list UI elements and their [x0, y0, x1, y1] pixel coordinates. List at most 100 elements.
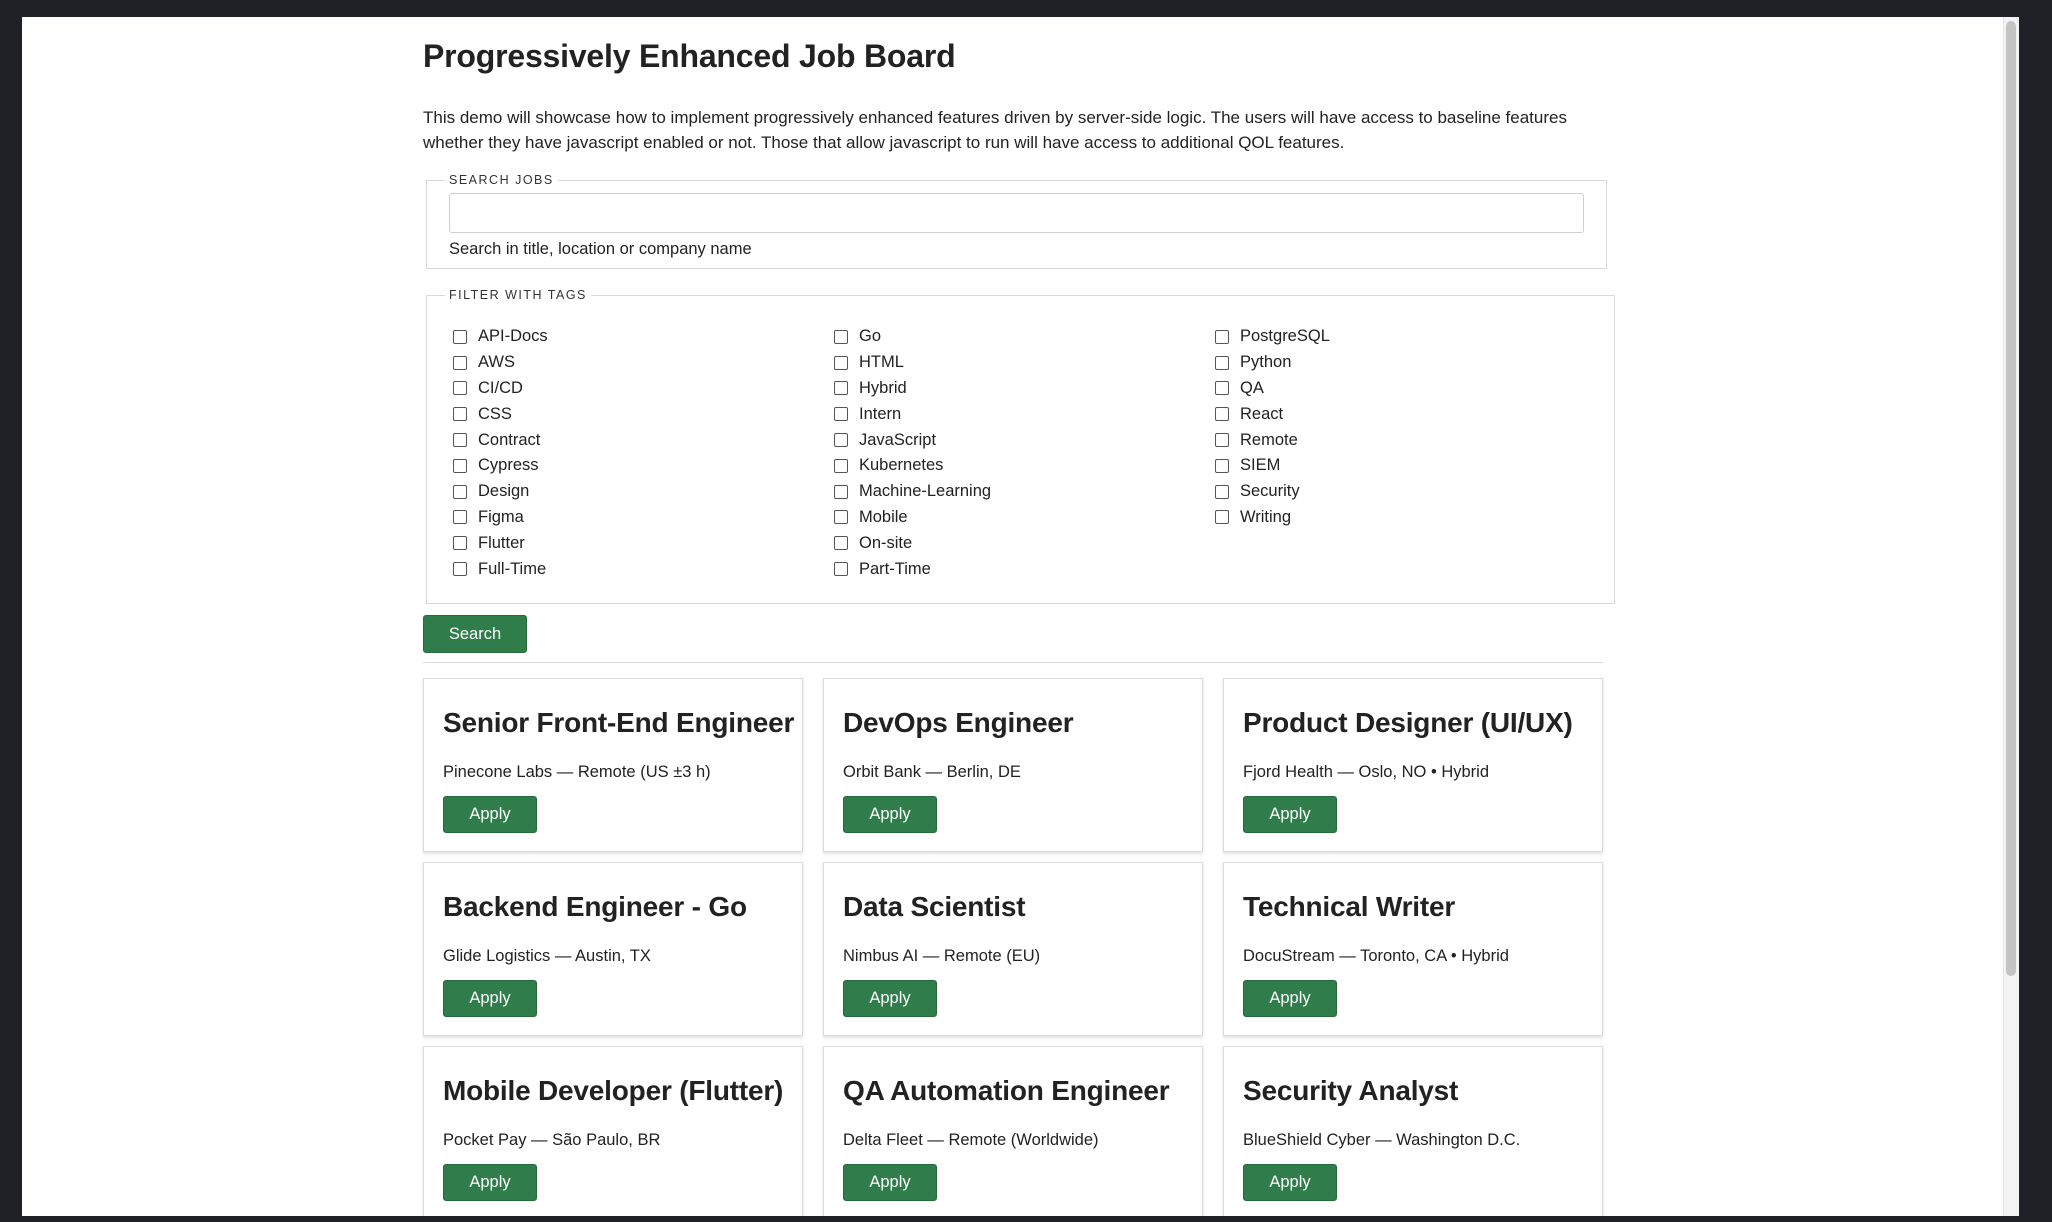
tag-checkbox-postgresql[interactable]: PostgreSQL — [1211, 324, 1592, 350]
tag-checkbox-full-time[interactable]: Full-Time — [449, 556, 830, 582]
tag-label: SIEM — [1240, 456, 1281, 475]
job-card: Backend Engineer - Go Glide Logistics — A… — [423, 861, 803, 1036]
checkbox[interactable] — [453, 433, 467, 448]
checkbox[interactable] — [1215, 407, 1229, 422]
apply-button[interactable]: Apply — [443, 795, 537, 833]
tag-label: Cypress — [478, 456, 539, 475]
job-company-location: BlueShield Cyber — Washington D.C. — [1243, 1130, 1521, 1149]
tag-checkbox-api-docs[interactable]: API-Docs — [449, 324, 830, 350]
tag-checkbox-react[interactable]: React — [1211, 401, 1592, 427]
tag-checkbox-machine-learning[interactable]: Machine-Learning — [830, 479, 1211, 505]
job-card: Data Scientist Nimbus AI — Remote (EU) App… — [823, 861, 1203, 1036]
tag-label: JavaScript — [859, 430, 937, 449]
tag-checkbox-ci-cd[interactable]: CI/CD — [449, 376, 830, 402]
checkbox[interactable] — [834, 536, 848, 551]
tag-checkbox-contract[interactable]: Contract — [449, 427, 830, 453]
checkbox[interactable] — [453, 355, 467, 370]
tag-label: Writing — [1240, 507, 1292, 526]
tag-checkbox-on-site[interactable]: On-site — [830, 530, 1211, 556]
tag-checkbox-css[interactable]: CSS — [449, 401, 830, 427]
tag-list: API-Docs AWS CI/CD CSS Contract Cypress Design… — [449, 324, 1592, 582]
tag-label: HTML — [859, 353, 904, 372]
apply-button[interactable]: Apply — [843, 979, 937, 1017]
tag-checkbox-html[interactable]: HTML — [830, 350, 1211, 376]
apply-button[interactable]: Apply — [843, 1163, 937, 1201]
tag-label: Design — [478, 482, 530, 501]
checkbox[interactable] — [453, 407, 467, 422]
tag-checkbox-intern[interactable]: Intern — [830, 401, 1211, 427]
checkbox[interactable] — [834, 484, 848, 499]
filter-tags-fieldset: FILTER WITH TAGS API-Docs AWS CI/CD CSS Cont… — [426, 288, 1615, 604]
tag-label: Machine-Learning — [859, 482, 992, 501]
tag-checkbox-security[interactable]: Security — [1211, 479, 1592, 505]
checkbox[interactable] — [453, 329, 467, 344]
checkbox[interactable] — [453, 484, 467, 499]
checkbox[interactable] — [834, 433, 848, 448]
checkbox[interactable] — [1215, 329, 1229, 344]
checkbox[interactable] — [834, 381, 848, 396]
tag-checkbox-design[interactable]: Design — [449, 479, 830, 505]
tag-checkbox-part-time[interactable]: Part-Time — [830, 556, 1211, 582]
checkbox[interactable] — [834, 355, 848, 370]
job-list: Senior Front-End Engineer Pinecone Labs —… — [423, 677, 1603, 1216]
search-input[interactable] — [449, 193, 1584, 233]
tag-checkbox-aws[interactable]: AWS — [449, 350, 830, 376]
checkbox[interactable] — [453, 562, 467, 577]
checkbox[interactable] — [453, 536, 467, 551]
tag-checkbox-qa[interactable]: QA — [1211, 376, 1592, 402]
tag-checkbox-writing[interactable]: Writing — [1211, 505, 1592, 531]
tag-checkbox-python[interactable]: Python — [1211, 350, 1592, 376]
tag-checkbox-cypress[interactable]: Cypress — [449, 453, 830, 479]
tag-checkbox-flutter[interactable]: Flutter — [449, 530, 830, 556]
filter-tags-legend: FILTER WITH TAGS — [449, 288, 587, 302]
job-title: Backend Engineer - Go — [443, 890, 747, 922]
tag-label: Hybrid — [859, 378, 907, 397]
page-title: Progressively Enhanced Job Board — [423, 38, 956, 74]
browser-window: Progressively Enhanced Job Board This de… — [22, 17, 2019, 1216]
tag-checkbox-mobile[interactable]: Mobile — [830, 505, 1211, 531]
checkbox[interactable] — [834, 329, 848, 344]
checkbox[interactable] — [834, 458, 848, 473]
tag-label: Contract — [478, 430, 541, 449]
checkbox[interactable] — [1215, 355, 1229, 370]
checkbox[interactable] — [1215, 484, 1229, 499]
tag-checkbox-hybrid[interactable]: Hybrid — [830, 376, 1211, 402]
job-company-location: Pocket Pay — São Paulo, BR — [443, 1130, 661, 1149]
checkbox[interactable] — [1215, 433, 1229, 448]
job-company-location: Glide Logistics — Austin, TX — [443, 946, 651, 965]
tag-checkbox-figma[interactable]: Figma — [449, 505, 830, 531]
scrollbar[interactable] — [2003, 17, 2019, 1216]
checkbox[interactable] — [834, 407, 848, 422]
job-company-location: Fjord Health — Oslo, NO • Hybrid — [1243, 762, 1490, 781]
job-company-location: Orbit Bank — Berlin, DE — [843, 762, 1021, 781]
checkbox[interactable] — [1215, 510, 1229, 525]
tag-label: React — [1240, 404, 1284, 423]
intro-text: This demo will showcase how to implement… — [423, 108, 1567, 152]
tag-label: Remote — [1240, 430, 1298, 449]
job-title: Data Scientist — [843, 890, 1026, 922]
job-company-location: DocuStream — Toronto, CA • Hybrid — [1243, 946, 1509, 965]
tag-checkbox-kubernetes[interactable]: Kubernetes — [830, 453, 1211, 479]
apply-button[interactable]: Apply — [1243, 795, 1337, 833]
tag-checkbox-javascript[interactable]: JavaScript — [830, 427, 1211, 453]
scrollbar-thumb[interactable] — [2006, 21, 2016, 976]
checkbox[interactable] — [1215, 458, 1229, 473]
checkbox[interactable] — [834, 510, 848, 525]
checkbox[interactable] — [1215, 381, 1229, 396]
checkbox[interactable] — [834, 562, 848, 577]
tag-checkbox-remote[interactable]: Remote — [1211, 427, 1592, 453]
checkbox[interactable] — [453, 381, 467, 396]
apply-button[interactable]: Apply — [443, 1163, 537, 1201]
checkbox[interactable] — [453, 458, 467, 473]
apply-button[interactable]: Apply — [843, 795, 937, 833]
tag-checkbox-siem[interactable]: SIEM — [1211, 453, 1592, 479]
job-card: DevOps Engineer Orbit Bank — Berlin, DE Ap… — [823, 677, 1203, 852]
apply-button[interactable]: Apply — [1243, 979, 1337, 1017]
checkbox[interactable] — [453, 510, 467, 525]
apply-button[interactable]: Apply — [1243, 1163, 1337, 1201]
search-button[interactable]: Search — [423, 614, 527, 653]
apply-button[interactable]: Apply — [443, 979, 537, 1017]
search-jobs-legend: SEARCH JOBS — [449, 173, 554, 187]
job-card: Security Analyst BlueShield Cyber — Washi… — [1223, 1045, 1603, 1216]
tag-checkbox-go[interactable]: Go — [830, 324, 1211, 350]
